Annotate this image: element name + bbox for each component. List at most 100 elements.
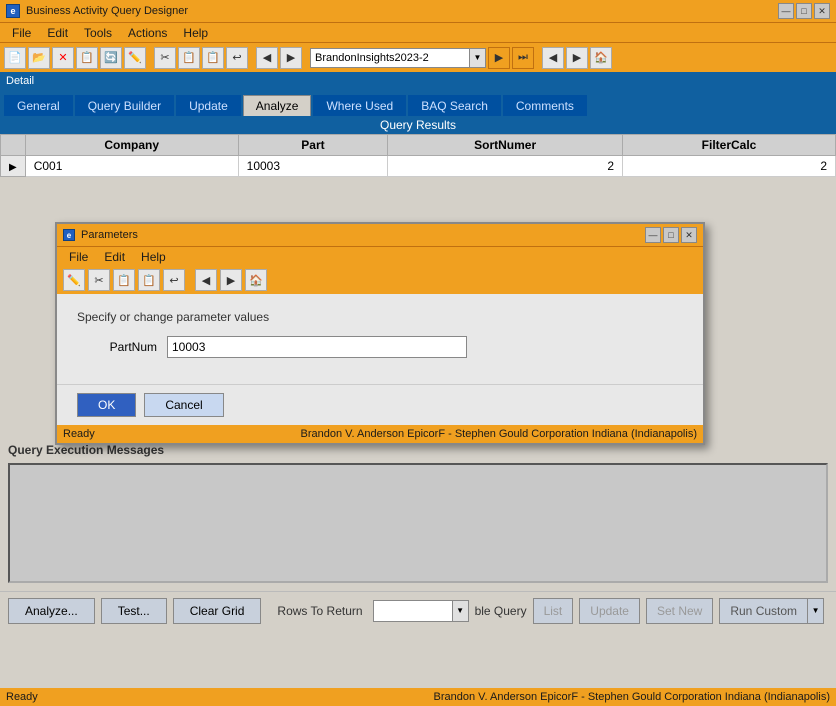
col-company: Company [25, 135, 238, 156]
modal-toolbar: ✏️ ✂ 📋 📋 ↩ ◀ ▶ 🏠 [57, 266, 703, 294]
rows-input[interactable] [373, 600, 453, 622]
tab-analyze[interactable]: Analyze [243, 95, 312, 116]
modal-statusbar: Ready Brandon V. Anderson EpicorF - Step… [57, 425, 703, 443]
cell-filtercalc: 2 [623, 156, 836, 177]
refresh-button[interactable]: 🔄 [100, 47, 122, 69]
modal-forward-btn[interactable]: ▶ [220, 269, 242, 291]
undo-button[interactable]: ↩ [226, 47, 248, 69]
paste2-button[interactable]: 📋 [202, 47, 224, 69]
title-bar: e Business Activity Query Designer — □ ✕ [0, 0, 836, 22]
modal-edit-btn[interactable]: ✏️ [63, 269, 85, 291]
cancel-button[interactable]: Cancel [144, 393, 223, 417]
rows-to-return-dropdown[interactable]: ▼ [373, 600, 469, 622]
partnum-input[interactable] [167, 336, 467, 358]
modal-copy-btn[interactable]: 📋 [113, 269, 135, 291]
open-button[interactable]: 📂 [28, 47, 50, 69]
modal-content: Specify or change parameter values PartN… [57, 294, 703, 384]
set-new-button[interactable]: Set New [646, 598, 713, 624]
modal-close-button[interactable]: ✕ [681, 227, 697, 243]
close-button[interactable]: ✕ [814, 3, 830, 19]
menu-bar: File Edit Tools Actions Help [0, 22, 836, 42]
modal-menu-edit[interactable]: Edit [96, 248, 133, 266]
modal-menu-file[interactable]: File [61, 248, 96, 266]
cell-company: C001 [25, 156, 238, 177]
query-execution-box [8, 463, 828, 583]
update-button[interactable]: Update [579, 598, 640, 624]
rows-to-return-label: Rows To Return [277, 604, 362, 618]
modal-minimize-button[interactable]: — [645, 227, 661, 243]
save-button[interactable]: ✕ [52, 47, 74, 69]
paste-button[interactable]: 📋 [178, 47, 200, 69]
tab-where-used[interactable]: Where Used [313, 95, 406, 116]
menu-file[interactable]: File [4, 24, 39, 42]
clear-grid-button[interactable]: Clear Grid [173, 598, 262, 624]
tab-bar: General Query Builder Update Analyze Whe… [0, 90, 836, 116]
run-custom-wrap: Run Custom ▼ [719, 598, 824, 624]
modal-overlay: e Parameters — □ ✕ File Edit Help ✏️ ✂ 📋… [0, 177, 836, 437]
minimize-button[interactable]: — [778, 3, 794, 19]
ok-button[interactable]: OK [77, 393, 136, 417]
app-icon: e [6, 4, 20, 18]
modal-cut-btn[interactable]: ✂ [88, 269, 110, 291]
restore-button[interactable]: □ [796, 3, 812, 19]
copy-button[interactable]: 📋 [76, 47, 98, 69]
baq-input[interactable] [310, 48, 470, 68]
baq-dropdown-arrow[interactable]: ▼ [470, 48, 486, 68]
main-content: e Parameters — □ ✕ File Edit Help ✏️ ✂ 📋… [0, 177, 836, 437]
modal-menu-help[interactable]: Help [133, 248, 174, 266]
modal-title: Parameters [81, 229, 645, 241]
rows-dropdown-arrow[interactable]: ▼ [453, 600, 469, 622]
run-custom-button[interactable]: Run Custom [719, 598, 808, 624]
row-arrow-cell: ▶ [1, 156, 26, 177]
row-indicator-header [1, 135, 26, 156]
ready-status: Ready [6, 691, 38, 703]
prev-button[interactable]: ◀ [542, 47, 564, 69]
modal-titlebar: e Parameters — □ ✕ [57, 224, 703, 246]
status-bar: Ready Brandon V. Anderson EpicorF - Step… [0, 688, 836, 706]
list-button[interactable]: List [533, 598, 574, 624]
new-button[interactable]: 📄 [4, 47, 26, 69]
cell-part: 10003 [238, 156, 388, 177]
col-filtercalc: FilterCalc [623, 135, 836, 156]
menu-help[interactable]: Help [175, 24, 216, 42]
partnum-label: PartNum [77, 340, 157, 354]
back-button[interactable]: ◀ [256, 47, 278, 69]
info-status: Brandon V. Anderson EpicorF - Stephen Go… [434, 691, 830, 703]
edit-button[interactable]: ✏️ [124, 47, 146, 69]
test-button[interactable]: Test... [101, 598, 167, 624]
modal-paste-btn[interactable]: 📋 [138, 269, 160, 291]
modal-buttons: OK Cancel [57, 384, 703, 425]
tab-query-builder[interactable]: Query Builder [75, 95, 174, 116]
tab-comments[interactable]: Comments [503, 95, 587, 116]
tab-update[interactable]: Update [176, 95, 241, 116]
tab-baq-search[interactable]: BAQ Search [408, 95, 501, 116]
query-execution-section: Query Execution Messages [0, 437, 836, 591]
forward-button[interactable]: ▶ [280, 47, 302, 69]
col-part: Part [238, 135, 388, 156]
modal-description: Specify or change parameter values [77, 310, 683, 324]
end-button[interactable]: ⏭ [512, 47, 534, 69]
modal-home-btn[interactable]: 🏠 [245, 269, 267, 291]
home-button[interactable]: 🏠 [590, 47, 612, 69]
modal-undo-btn[interactable]: ↩ [163, 269, 185, 291]
app-title: Business Activity Query Designer [26, 5, 778, 17]
menu-actions[interactable]: Actions [120, 24, 175, 42]
analyze-button[interactable]: Analyze... [8, 598, 95, 624]
modal-info-status: Brandon V. Anderson EpicorF - Stephen Go… [301, 428, 697, 440]
table-row[interactable]: ▶ C001 10003 2 2 [1, 156, 836, 177]
tab-general[interactable]: General [4, 95, 73, 116]
modal-back-btn[interactable]: ◀ [195, 269, 217, 291]
cell-sortnumer: 2 [388, 156, 623, 177]
play-button[interactable]: ▶ [488, 47, 510, 69]
modal-title-controls: — □ ✕ [645, 227, 697, 243]
menu-tools[interactable]: Tools [76, 24, 120, 42]
cut-button[interactable]: ✂ [154, 47, 176, 69]
baq-dropdown[interactable]: ▼ [310, 48, 486, 68]
menu-edit[interactable]: Edit [39, 24, 76, 42]
next-button[interactable]: ▶ [566, 47, 588, 69]
modal-ready-status: Ready [63, 428, 95, 440]
run-custom-arrow[interactable]: ▼ [808, 598, 824, 624]
modal-restore-button[interactable]: □ [663, 227, 679, 243]
modal-menubar: File Edit Help [57, 246, 703, 266]
modal-app-icon: e [63, 229, 75, 241]
